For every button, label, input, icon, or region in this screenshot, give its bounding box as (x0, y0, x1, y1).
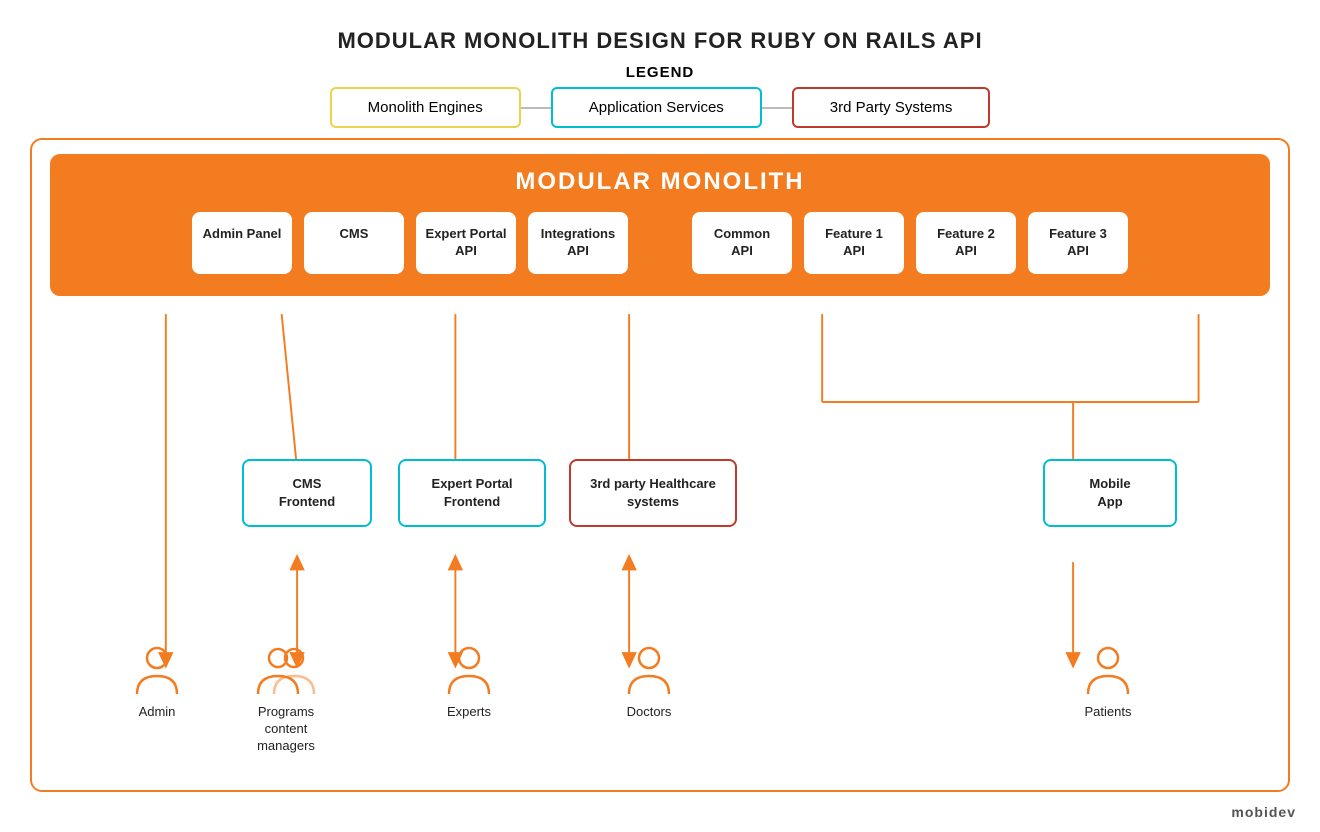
user-admin-label: Admin (139, 704, 176, 721)
legend-section: LEGEND Monolith Engines Application Serv… (0, 64, 1320, 128)
service-cms-frontend: CMSFrontend (242, 459, 372, 527)
monolith-title: MODULAR MONOLITH (64, 168, 1256, 196)
person-icon-programs (256, 644, 316, 700)
user-programs-content-managers: Programs content managers (246, 644, 326, 755)
person-icon-experts (444, 644, 494, 700)
api-modules-row: Admin Panel CMS Expert PortalAPI Integra… (64, 212, 1256, 274)
legend-title: LEGEND (626, 64, 695, 81)
module-common-api: CommonAPI (692, 212, 792, 274)
person-icon-doctors (624, 644, 674, 700)
person-icon-patients (1083, 644, 1133, 700)
service-expert-portal-frontend: Expert PortalFrontend (398, 459, 546, 527)
legend-monolith-engines: Monolith Engines (330, 87, 521, 128)
legend-third-party: 3rd Party Systems (792, 87, 991, 128)
user-patients-label: Patients (1085, 704, 1132, 721)
main-diagram-container: MODULAR MONOLITH Admin Panel CMS Expert … (30, 138, 1290, 792)
module-expert-portal-api: Expert PortalAPI (416, 212, 516, 274)
module-admin-panel: Admin Panel (192, 212, 292, 274)
module-cms: CMS (304, 212, 404, 274)
service-mobile-app: MobileApp (1043, 459, 1177, 527)
legend-connector-1 (521, 107, 551, 109)
user-programs-label: Programs content managers (246, 704, 326, 755)
module-spacer (640, 212, 680, 274)
service-third-party-healthcare: 3rd party Healthcaresystems (569, 459, 737, 527)
module-feature2-api: Feature 2API (916, 212, 1016, 274)
module-integrations-api: IntegrationsAPI (528, 212, 628, 274)
module-feature1-api: Feature 1API (804, 212, 904, 274)
user-experts-label: Experts (447, 704, 491, 721)
legend-application-services: Application Services (551, 87, 762, 128)
monolith-box: MODULAR MONOLITH Admin Panel CMS Expert … (50, 154, 1270, 296)
legend-connector-2 (762, 107, 792, 109)
user-experts: Experts (444, 644, 494, 721)
brand-logo: mobidev (1231, 804, 1296, 820)
page-title: MODULAR MONOLITH DESIGN FOR RUBY ON RAIL… (0, 0, 1320, 54)
person-icon-admin (132, 644, 182, 700)
user-patients: Patients (1083, 644, 1133, 721)
user-doctors: Doctors (624, 644, 674, 721)
module-feature3-api: Feature 3API (1028, 212, 1128, 274)
legend-items: Monolith Engines Application Services 3r… (330, 87, 991, 128)
page-wrapper: MODULAR MONOLITH DESIGN FOR RUBY ON RAIL… (0, 0, 1320, 832)
user-doctors-label: Doctors (627, 704, 672, 721)
diagram-wrapper: MODULAR MONOLITH Admin Panel CMS Expert … (50, 154, 1270, 774)
user-admin: Admin (132, 644, 182, 721)
